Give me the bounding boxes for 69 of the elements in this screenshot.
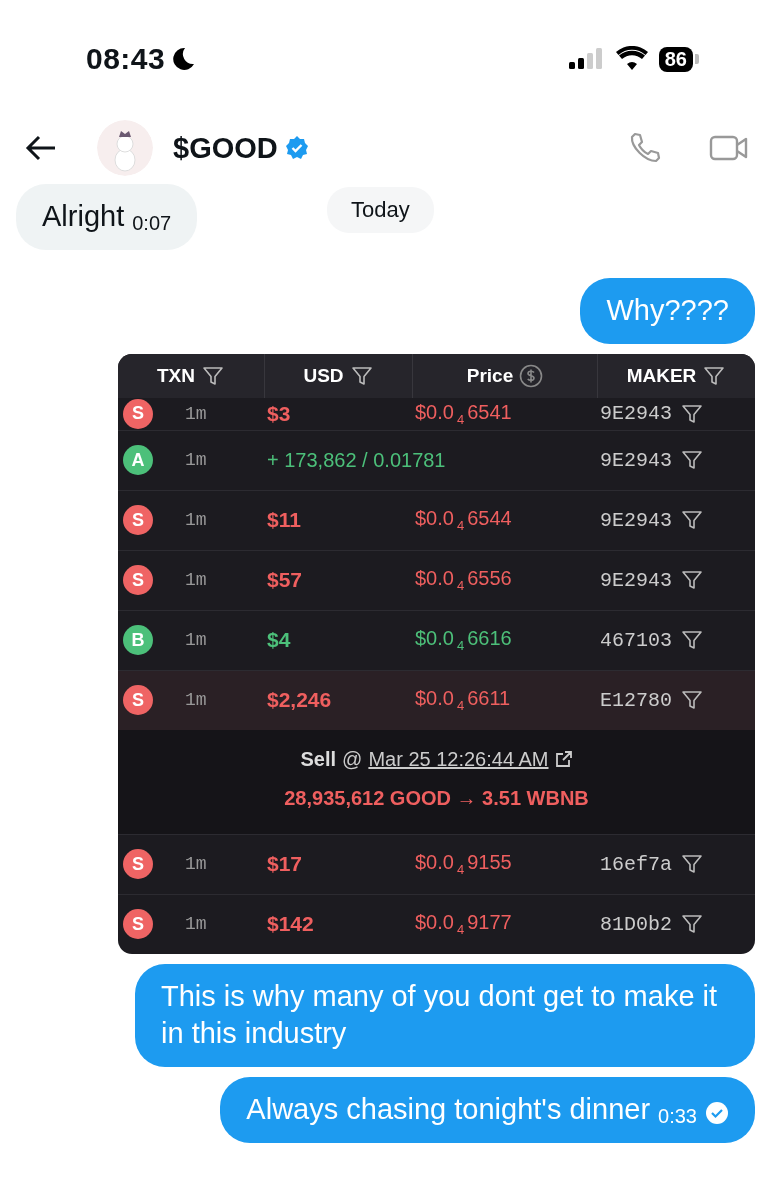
maker-cell: 9E2943 (600, 448, 672, 472)
wifi-icon (614, 46, 649, 72)
trade-action: Sell (300, 747, 337, 771)
video-call-icon[interactable] (709, 133, 749, 163)
transaction-row[interactable]: S 1m $11 $0.0$_{4}$ 6544 9E2943 (118, 489, 755, 550)
side-badge: S (123, 505, 153, 536)
age-cell-text: 1m (185, 630, 208, 651)
transaction-row[interactable]: B 1m $4 $0.0$_{4}$ 6616 467103 (118, 609, 755, 670)
age-cell-text: 1m (185, 914, 208, 935)
external-link-icon[interactable] (554, 750, 573, 769)
side-badge: A (123, 445, 153, 476)
age-cell-text: 1m (185, 450, 208, 471)
age-cell-text: 1m (185, 403, 208, 424)
contact-name: $GOOD (173, 131, 278, 165)
age-cell-text: 1m (185, 570, 208, 591)
back-arrow-icon[interactable] (25, 135, 57, 161)
usd-cell-text: $2,246 (267, 688, 333, 713)
message-bubble: Why???? (580, 278, 755, 344)
side-badge: B (123, 625, 153, 656)
transaction-row[interactable]: S 1m $3 $0.0$_{4}$ 6541 9E2943 (118, 397, 755, 430)
maker-cell: 9E2943 (600, 402, 672, 426)
age-cell-text: 1m (185, 690, 208, 711)
signal-icon (568, 47, 605, 71)
age-cell-text: 1m (185, 510, 208, 531)
price-cell-text: $0.0$_{4}$ 9177 (415, 911, 513, 938)
date-label: Today (327, 187, 434, 233)
price-cell-text: $0.0$_{4}$ 6544 (415, 507, 513, 534)
message-bubble: This is why many of you dont get to make it in this industry (135, 963, 755, 1068)
clock: 08:43 (86, 42, 166, 76)
usd-cell-text: $142 (267, 912, 315, 937)
maker-cell: 467103 (600, 628, 672, 652)
message-bubble: Alright 0:07 (16, 184, 198, 250)
price-cell-text: $0.0$_{4}$ 6616 (415, 627, 513, 654)
usd-cell-text: $57 (267, 568, 304, 593)
price-cell-text: $0.0$_{4}$ 9155 (415, 851, 513, 878)
swap-summary: 28,935,612 GOOD → 3.51 WBNB (284, 786, 589, 810)
maker-cell: 16ef7a (600, 852, 672, 876)
column-header[interactable]: TXN (118, 353, 265, 398)
transaction-row[interactable]: S 1m $17 $0.0$_{4}$ 9155 16ef7a (118, 833, 755, 894)
column-header[interactable]: Price (413, 353, 598, 398)
price-cell-text: $0.0$_{4}$ 6611 (415, 687, 512, 714)
transaction-row[interactable]: S 1m $142 $0.0$_{4}$ 9177 81D0b2 (118, 893, 755, 954)
side-badge: S (123, 398, 153, 429)
usd-cell-text: $11 (267, 508, 302, 533)
transaction-row[interactable]: S 1m $57 $0.0$_{4}$ 6556 9E2943 (118, 549, 755, 610)
usd-cell-text: $17 (267, 852, 304, 877)
side-badge: S (123, 909, 153, 940)
column-header[interactable]: MAKER (598, 353, 755, 398)
usd-cell-text: $3 (267, 401, 292, 426)
column-header[interactable]: USD (265, 353, 413, 398)
transaction-row[interactable]: S 1m $2,246 $0.0$_{4}$ 6611 E12780 (118, 669, 755, 730)
transaction-row[interactable]: A 1m + 173,862 / 0.01781 9E2943 (118, 429, 755, 490)
side-badge: S (123, 849, 153, 880)
price-cell-text: $0.0$_{4}$ 6556 (415, 567, 513, 594)
usd-cell-text: $4 (267, 628, 292, 653)
maker-cell: 9E2943 (600, 508, 672, 532)
maker-cell: 9E2943 (600, 568, 672, 592)
message-bubble: Always chasing tonight's dinner 0:33 (220, 1077, 755, 1143)
age-cell-text: 1m (185, 854, 208, 875)
maker-cell: E12780 (600, 688, 672, 712)
price-cell-text: $0.0$_{4}$ 6541 (415, 400, 513, 427)
moon-icon (171, 46, 196, 72)
trade-time-link[interactable]: Mar 25 12:26:44 AM (368, 747, 549, 771)
side-badge: S (123, 565, 153, 596)
maker-cell: 81D0b2 (600, 912, 672, 936)
side-badge: S (123, 685, 153, 716)
at-sign: @ (342, 747, 363, 771)
dollar-icon (519, 363, 544, 388)
amount-cell-text: + 173,862 / 0.01781 (267, 448, 447, 472)
